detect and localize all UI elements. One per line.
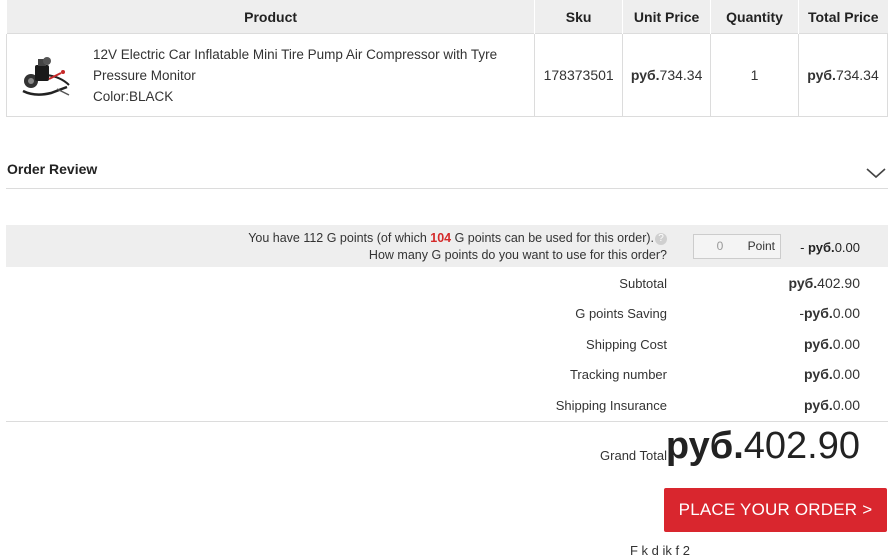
- points-input[interactable]: 0 Point: [693, 234, 781, 259]
- amount: 0.00: [832, 397, 860, 413]
- header-unit-price: Unit Price: [622, 0, 711, 34]
- total-price-cell: руб.734.34: [798, 33, 888, 117]
- grand-total-label: Grand Total: [600, 448, 667, 463]
- amount: 0.00: [832, 305, 860, 321]
- discount-prefix: -: [800, 240, 809, 255]
- table-row: 12V Electric Car Inflatable Mini Tire Pu…: [5, 33, 888, 117]
- currency-label: руб.: [630, 67, 660, 83]
- currency-label: руб.: [807, 67, 836, 83]
- footer-text: F k d ik f 2: [630, 543, 690, 558]
- total-price-value: 734.34: [835, 67, 879, 83]
- points-discount: - руб.0.00: [800, 240, 860, 255]
- points-info-suffix: G points can be used for this order).: [451, 231, 654, 245]
- subtotal-value: руб.402.90: [788, 275, 860, 291]
- unit-price-value: 734.34: [659, 67, 703, 83]
- currency-label: руб.: [788, 275, 818, 291]
- points-info-prefix: You have 112 G points (of which: [248, 231, 431, 245]
- tracking-number-value: руб.0.00: [804, 366, 860, 382]
- currency-label: руб.: [804, 305, 833, 321]
- currency-label: руб.: [665, 425, 744, 467]
- g-points-saving-value: -руб.0.00: [799, 305, 860, 321]
- product-cell: 12V Electric Car Inflatable Mini Tire Pu…: [5, 33, 536, 117]
- help-icon[interactable]: ?: [655, 233, 667, 245]
- product-thumbnail[interactable]: [17, 47, 75, 103]
- amount: 0.00: [832, 366, 860, 382]
- quantity-cell: 1: [710, 33, 799, 117]
- currency-label: руб.: [804, 336, 833, 352]
- shipping-cost-label: Shipping Cost: [586, 337, 667, 352]
- points-unit-label: Point: [747, 239, 775, 253]
- currency-label: руб.: [808, 240, 835, 255]
- g-points-saving-label: G points Saving: [575, 306, 667, 321]
- amount: 402.90: [743, 425, 860, 467]
- divider: [6, 188, 888, 189]
- discount-value: 0.00: [834, 240, 860, 255]
- product-name-line1[interactable]: 12V Electric Car Inflatable Mini Tire Pu…: [93, 44, 497, 65]
- points-question: How many G points do you want to use for…: [368, 248, 667, 262]
- subtotal-label: Subtotal: [619, 276, 667, 291]
- tracking-number-label: Tracking number: [569, 367, 667, 382]
- shipping-cost-value: руб.0.00: [804, 336, 860, 352]
- amount: 0.00: [832, 336, 860, 352]
- cart-header-row: Product Sku Unit Price Quantity Total Pr…: [5, 0, 888, 34]
- points-input-value[interactable]: 0: [694, 235, 746, 258]
- amount: 402.90: [817, 275, 860, 291]
- currency-label: руб.: [804, 366, 833, 382]
- currency-label: руб.: [804, 397, 833, 413]
- usable-points: 104: [430, 231, 452, 245]
- grand-total-value: руб.402.90: [666, 425, 860, 468]
- cart-table: Product Sku Unit Price Quantity Total Pr…: [5, 0, 888, 117]
- points-info: You have 112 G points (of which 104 G po…: [248, 231, 667, 245]
- chevron-down-icon[interactable]: [866, 166, 886, 180]
- place-order-button[interactable]: PLACE YOUR ORDER >: [664, 488, 887, 532]
- header-sku: Sku: [534, 0, 623, 34]
- header-product: Product: [5, 0, 535, 34]
- header-total-price: Total Price: [798, 0, 888, 34]
- header-quantity: Quantity: [710, 0, 799, 34]
- shipping-insurance-value: руб.0.00: [804, 397, 860, 413]
- order-review-title[interactable]: Order Review: [7, 161, 97, 177]
- sku-cell: 178373501: [534, 33, 624, 117]
- shipping-insurance-label: Shipping Insurance: [555, 398, 667, 413]
- product-name-line2[interactable]: Pressure Monitor: [93, 65, 497, 86]
- divider: [6, 421, 888, 422]
- product-color: Color:BLACK: [93, 88, 174, 104]
- unit-price-cell: руб.734.34: [622, 33, 712, 117]
